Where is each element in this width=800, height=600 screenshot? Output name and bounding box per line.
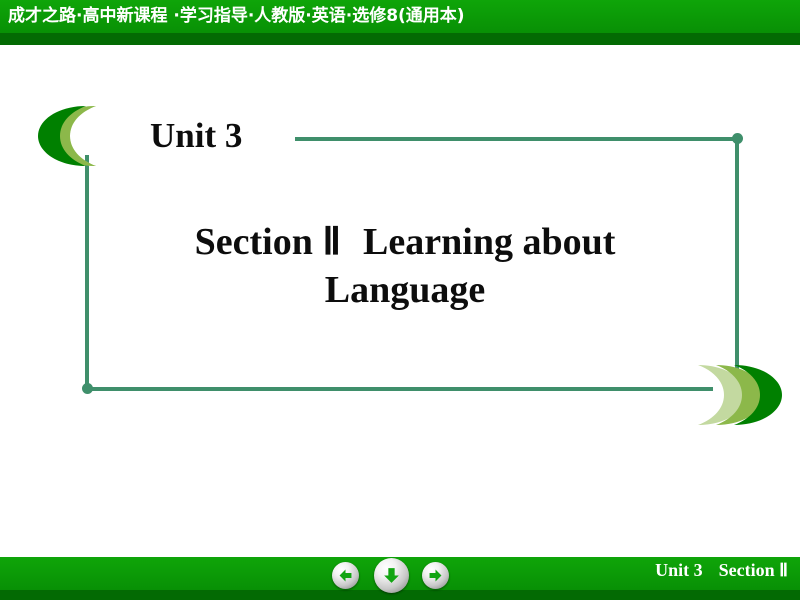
footer-breadcrumb: Unit 3 Section Ⅱ [655, 560, 788, 581]
header-title: 成才之路·高中新课程 ·学习指导·人教版·英语·选修8(通用本) [8, 6, 465, 26]
footer-section-label: Section Ⅱ [718, 560, 788, 580]
arrow-down-icon [384, 568, 399, 583]
section-heading: Section Ⅱ Learning about Language [95, 218, 715, 314]
section-heading-number: Section Ⅱ [194, 221, 342, 263]
triple-chevron-right-icon [698, 365, 782, 425]
header-shadow-strip [0, 33, 800, 45]
footer-unit-label: Unit 3 [655, 560, 703, 580]
slide-root: 成才之路·高中新课程 ·学习指导·人教版·英语·选修8(通用本) Unit 3 … [0, 0, 800, 600]
frame-line-left [85, 155, 89, 391]
frame-line-right [735, 137, 739, 387]
section-heading-line1: Learning about [363, 221, 616, 263]
section-heading-line2: Language [324, 269, 486, 311]
arrow-left-icon [339, 569, 352, 582]
unit-heading: Unit 3 [150, 116, 243, 155]
arrow-right-icon [429, 569, 442, 582]
frame-line-top [295, 137, 738, 141]
frame-corner-dot-top-right [732, 133, 743, 144]
nav-forward-button[interactable] [422, 562, 449, 589]
triple-chevron-left-icon [38, 106, 96, 166]
nav-down-button[interactable] [374, 558, 409, 593]
nav-back-button[interactable] [332, 562, 359, 589]
frame-line-bottom [85, 387, 713, 391]
footer-shadow-strip [0, 590, 800, 600]
frame-corner-dot-bottom-left [82, 383, 93, 394]
